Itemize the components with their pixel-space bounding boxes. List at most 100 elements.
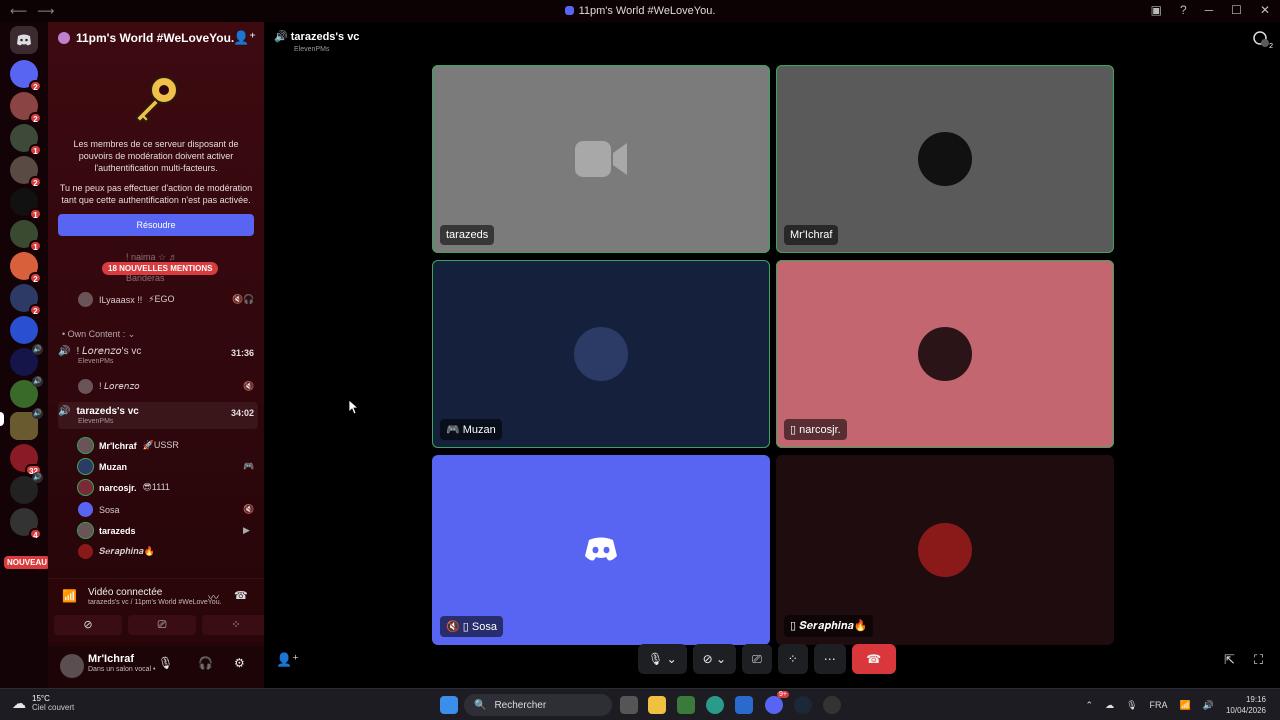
- key-icon: [128, 72, 184, 128]
- chevron-down-icon[interactable]: ⌄: [667, 652, 677, 666]
- add-person-icon[interactable]: 👤⁺: [276, 652, 299, 668]
- new-servers-badge[interactable]: NOUVEAU: [4, 556, 51, 569]
- server-icon-3[interactable]: 1: [10, 124, 42, 156]
- help-icon[interactable]: ?: [1180, 3, 1187, 17]
- participant-tile[interactable]: 🎮 Muzan: [432, 260, 770, 448]
- steam-icon[interactable]: [794, 696, 812, 714]
- server-icon-6[interactable]: 1: [10, 220, 42, 252]
- direct-messages-button[interactable]: [10, 26, 38, 54]
- windows-start-icon[interactable]: [440, 696, 458, 714]
- voice-user-row[interactable]: tarazeds: [77, 522, 136, 539]
- server-icon-5[interactable]: 1: [10, 188, 42, 220]
- voice-user-row[interactable]: ILyaaasx !! ⚡EGO: [78, 292, 175, 307]
- vc-sub: ElevenPMs: [78, 358, 114, 365]
- clock[interactable]: 19:16 10/04/2026: [1226, 694, 1266, 716]
- wifi-icon[interactable]: 📶: [1180, 700, 1191, 711]
- participant-tile[interactable]: tarazeds: [432, 65, 770, 253]
- disconnect-icon[interactable]: ☎: [234, 589, 248, 602]
- chatgpt-icon[interactable]: [823, 696, 841, 714]
- avatar: [918, 327, 972, 381]
- microphone-toggle[interactable]: 🎙 ⌄: [638, 644, 687, 674]
- task-view-icon[interactable]: [620, 696, 638, 714]
- voice-user-row[interactable]: Sosa: [78, 502, 120, 517]
- voice-user-row[interactable]: ! 𝘓𝘰𝘳𝘦𝘯𝘻𝘰: [78, 379, 140, 394]
- participant-tile[interactable]: Mr'Ichraf: [776, 65, 1114, 253]
- camera-toggle[interactable]: ⊘ ⌄: [692, 644, 737, 674]
- unread-badge: 4: [29, 528, 42, 540]
- share-screen-button[interactable]: ⎚: [128, 615, 196, 635]
- add-member-icon[interactable]: 👤⁺: [233, 30, 256, 46]
- microphone-icon[interactable]: 🎙: [158, 656, 173, 670]
- server-icon-15[interactable]: 4: [10, 508, 42, 540]
- voice-user-row[interactable]: 𝑺𝒆𝒓𝒂𝒑𝒉𝒊𝒏𝒂🔥: [78, 544, 155, 559]
- fullscreen-icon[interactable]: ⛶: [1254, 652, 1263, 668]
- edge-icon[interactable]: [706, 696, 724, 714]
- guild-header[interactable]: 11pm's World #WeLoveYou. ▼ 👤⁺: [48, 22, 264, 54]
- language-indicator[interactable]: FRA: [1150, 700, 1168, 710]
- microphone-icon[interactable]: 🎙: [1126, 700, 1137, 711]
- maximize-button[interactable]: ☐: [1231, 3, 1242, 17]
- volume-icon[interactable]: 🔊: [1203, 700, 1214, 711]
- video-camera-icon: [575, 141, 627, 177]
- server-icon-current[interactable]: 🔊: [10, 408, 43, 440]
- taskbar-search[interactable]: 🔍 Rechercher: [464, 694, 612, 716]
- server-icon-11[interactable]: 🔊: [10, 376, 43, 408]
- avatar: [78, 502, 93, 517]
- voice-status[interactable]: Vidéo connectée: [88, 587, 162, 598]
- headphones-icon[interactable]: 🎧: [198, 656, 213, 670]
- onedrive-icon[interactable]: ☁: [1105, 700, 1114, 711]
- participant-tile[interactable]: ▯ 𝑺𝒆𝒓𝒂𝒑𝒉𝒊𝒏𝒂🔥: [776, 455, 1114, 645]
- avatar[interactable]: [60, 654, 84, 678]
- camera-off-button[interactable]: ⊘: [54, 615, 122, 635]
- server-icon-9[interactable]: [10, 316, 38, 344]
- server-icon-4[interactable]: 2: [10, 156, 42, 188]
- voice-user-row[interactable]: narcosjr. 😎1111: [77, 479, 170, 496]
- server-icon-7[interactable]: 2: [10, 252, 42, 284]
- participant-tile[interactable]: ▯ narcosjr.: [776, 260, 1114, 448]
- noise-suppression-icon[interactable]: 〰: [208, 589, 219, 605]
- popout-icon[interactable]: ⇱: [1224, 652, 1235, 668]
- server-icon-2[interactable]: 2: [10, 92, 42, 124]
- server-icon-8[interactable]: 2: [10, 284, 42, 316]
- store-icon[interactable]: [677, 696, 695, 714]
- vc-timer: 31:36: [230, 348, 254, 358]
- resolve-button[interactable]: Résoudre: [58, 214, 254, 236]
- avatar: [918, 132, 972, 186]
- server-icon-13[interactable]: 32: [10, 444, 42, 476]
- mfa-notice: Les membres de ce serveur disposant de p…: [48, 72, 264, 236]
- settings-gear-icon[interactable]: ⚙: [234, 656, 245, 670]
- discord-taskbar-icon[interactable]: 9+: [765, 691, 789, 714]
- voice-channel-tarazeds[interactable]: 🔊 tarazeds's vc 34:02 ElevenPMs: [58, 402, 258, 429]
- voice-user-row[interactable]: Mr'Ichraf 🚀USSR: [77, 437, 179, 454]
- clock-time: 19:16: [1245, 695, 1266, 704]
- file-explorer-icon[interactable]: [648, 696, 666, 714]
- more-options-button[interactable]: ⋯: [813, 644, 846, 674]
- avatar: [78, 292, 93, 307]
- minimize-button[interactable]: ─: [1205, 3, 1214, 17]
- voice-chat-icon[interactable]: 2: [1252, 30, 1273, 50]
- close-button[interactable]: ✕: [1260, 3, 1270, 17]
- server-icon-14[interactable]: 🔊: [10, 472, 43, 504]
- participant-tile[interactable]: 🔇 ▯ Sosa: [432, 455, 770, 645]
- share-screen-button[interactable]: ⎚: [742, 644, 772, 674]
- camera-off-icon: ⊘: [702, 652, 713, 666]
- new-mentions-badge[interactable]: 18 NOUVELLES MENTIONS: [102, 262, 219, 275]
- voice-location[interactable]: tarazeds's vc / 11pm's World #WeLoveYou.: [88, 599, 222, 606]
- avatar: [77, 479, 94, 496]
- disconnect-button[interactable]: ☎: [851, 644, 896, 674]
- category-own-content[interactable]: • Own Content : ⌄: [62, 329, 135, 340]
- voice-user-row[interactable]: Muzan: [77, 458, 127, 475]
- muted-icon: 🔇🎧: [232, 294, 255, 304]
- chevron-up-icon[interactable]: ⌃: [1086, 700, 1094, 711]
- voice-channel-lorenzo[interactable]: 🔊 ! 𝘓𝘰𝘳𝘦𝘯𝘻𝘰's vc 31:36 ElevenPMs: [58, 346, 258, 365]
- weather-widget[interactable]: ☁ 15°C Ciel couvert: [12, 694, 74, 712]
- server-icon-10[interactable]: 🔊: [10, 344, 43, 376]
- inbox-icon[interactable]: ▣: [1151, 3, 1162, 17]
- mail-icon[interactable]: [735, 696, 753, 714]
- current-user-name[interactable]: Mr'Ichraf: [88, 653, 134, 665]
- guild-name: 11pm's World #WeLoveYou.: [76, 31, 235, 45]
- activities-button[interactable]: ⁘: [202, 615, 270, 635]
- chevron-down-icon[interactable]: ⌄: [716, 652, 726, 666]
- activities-button[interactable]: ⁘: [777, 644, 808, 674]
- server-icon-1[interactable]: 2: [10, 60, 42, 92]
